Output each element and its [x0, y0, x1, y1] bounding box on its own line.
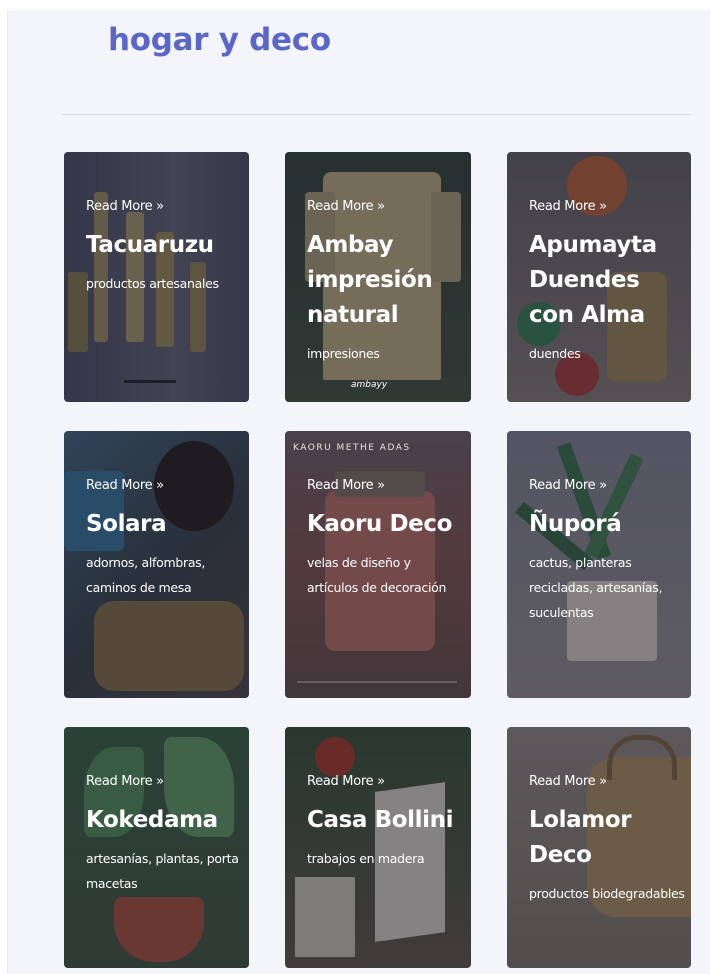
card-solara[interactable]: Read More » Solara adornos, alfombras, c…: [64, 431, 249, 698]
card-description: duendes: [529, 346, 581, 361]
card-description: productos artesanales: [86, 276, 219, 291]
card-title: Ñuporá: [529, 511, 622, 537]
read-more-link[interactable]: Read More »: [86, 199, 243, 214]
card-apumayta[interactable]: Read More » Apumayta Duendes con Alma du…: [507, 152, 691, 402]
card-lolamor-deco[interactable]: Read More » Lolamor Deco productos biode…: [507, 727, 691, 968]
read-more-link[interactable]: Read More »: [529, 774, 685, 789]
read-more-link[interactable]: Read More »: [307, 199, 465, 214]
card-title: Solara: [86, 511, 167, 537]
divider: [62, 114, 691, 115]
card-description: adornos, alfombras, caminos de mesa: [86, 555, 206, 595]
card-kokedama[interactable]: Read More » Kokedama artesanías, plantas…: [64, 727, 249, 968]
card-title: Tacuaruzu: [86, 232, 214, 258]
card-title: Kokedama: [86, 807, 218, 833]
card-title: Kaoru Deco: [307, 511, 452, 537]
read-more-link[interactable]: Read More »: [529, 199, 685, 214]
card-casa-bollini[interactable]: Read More » Casa Bollini trabajos en mad…: [285, 727, 471, 968]
read-more-link[interactable]: Read More »: [307, 774, 465, 789]
card-nupora[interactable]: Read More » Ñuporá cactus, planteras rec…: [507, 431, 691, 698]
card-kaoru-deco[interactable]: KAORU METHE ADAS Read More » Kaoru Deco …: [285, 431, 471, 698]
photo-caption: KAORU METHE ADAS: [293, 443, 411, 453]
page-title: hogar y deco: [108, 22, 331, 58]
photo-caption: ambayy: [351, 380, 388, 390]
card-description: cactus, planteras recicladas, artesanías…: [529, 555, 663, 620]
read-more-link[interactable]: Read More »: [86, 478, 243, 493]
card-description: trabajos en madera: [307, 851, 425, 866]
card-tacuaruzu[interactable]: Read More » Tacuaruzu productos artesana…: [64, 152, 249, 402]
card-description: velas de diseño y artículos de decoració…: [307, 555, 447, 595]
card-title: Ambay impresión natural: [307, 232, 433, 328]
card-title: Casa Bollini: [307, 807, 454, 833]
card-description: impresiones: [307, 346, 380, 361]
card-title: Apumayta Duendes con Alma: [529, 232, 657, 328]
card-description: artesanías, plantas, porta macetas: [86, 851, 239, 891]
card-ambay[interactable]: ambayy Read More » Ambay impresión natur…: [285, 152, 471, 402]
card-title: Lolamor Deco: [529, 807, 632, 868]
read-more-link[interactable]: Read More »: [529, 478, 685, 493]
read-more-link[interactable]: Read More »: [307, 478, 465, 493]
read-more-link[interactable]: Read More »: [86, 774, 243, 789]
card-description: productos biodegradables: [529, 886, 685, 901]
